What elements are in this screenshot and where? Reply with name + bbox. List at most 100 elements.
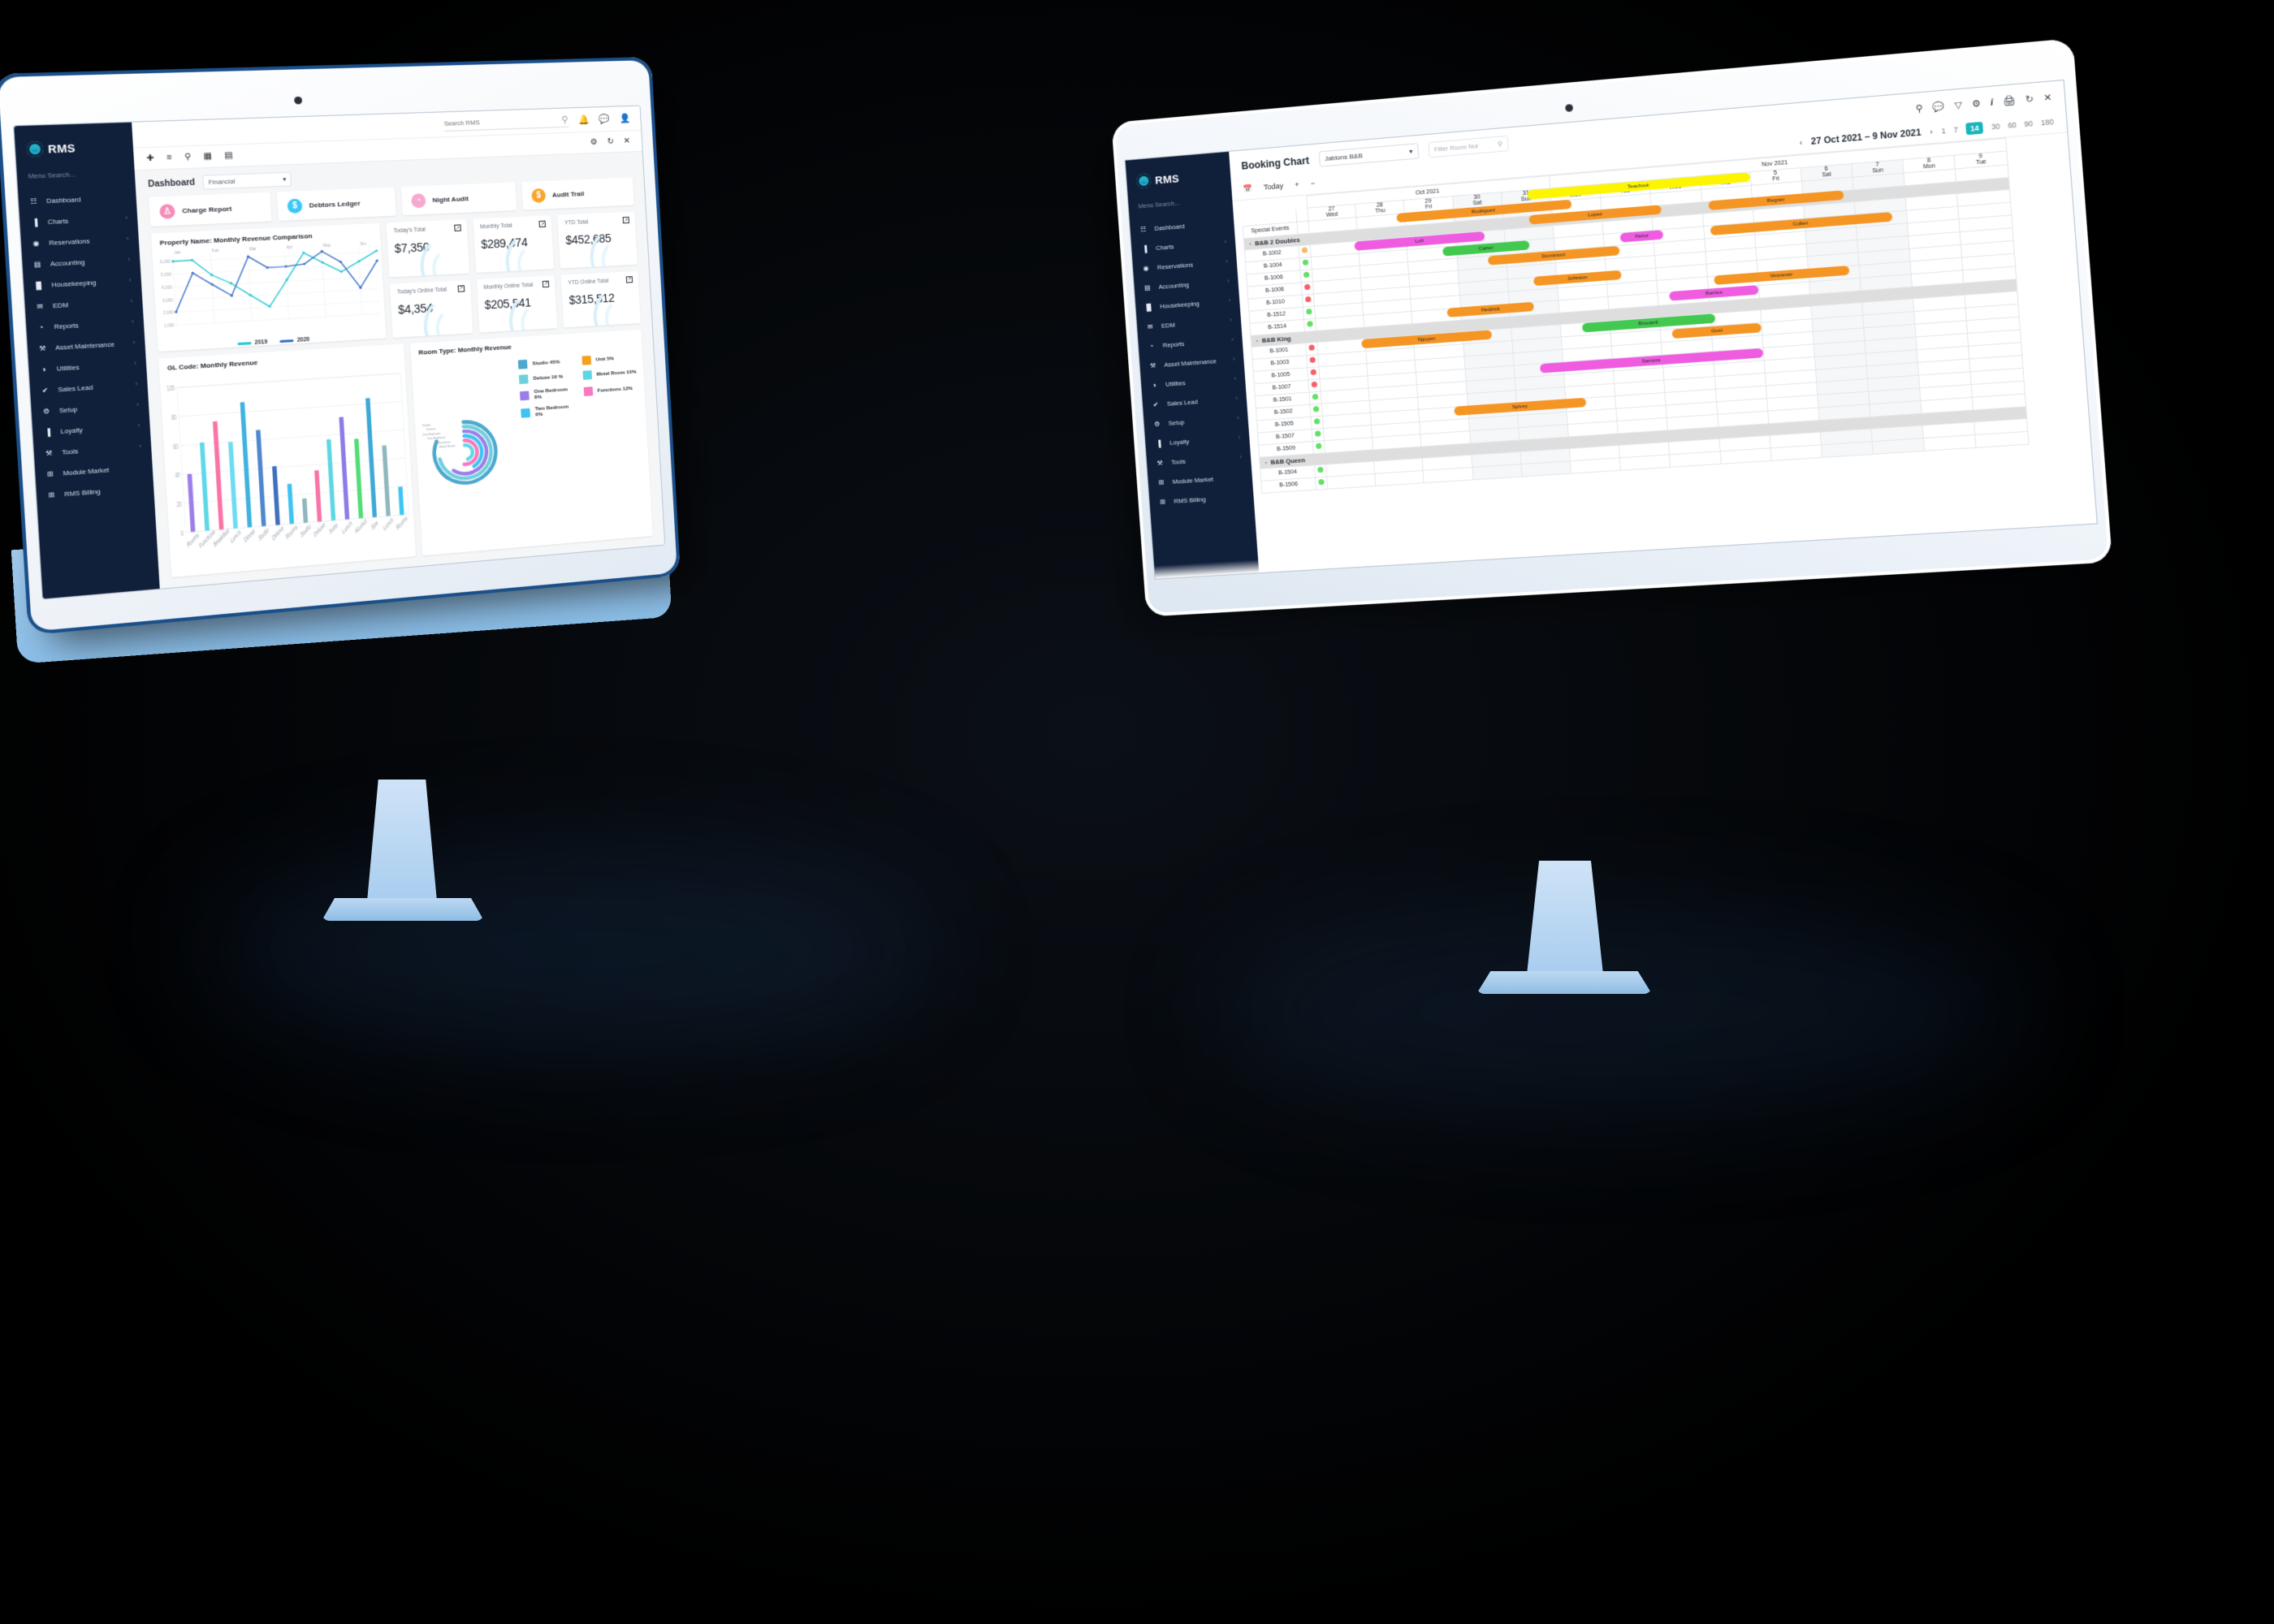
booking-cell[interactable]: [1770, 444, 1822, 460]
expand-icon[interactable]: ↗: [457, 285, 465, 292]
booking-grid-wrap[interactable]: Oct 2021 Nov 2021 27 Wed 28 Thu 29 Fri 30 Sat 31…: [1232, 132, 2096, 572]
expand-icon[interactable]: ↗: [623, 217, 629, 223]
booking-cell[interactable]: [1472, 464, 1521, 479]
status-badge: [1305, 296, 1312, 303]
list-card-icon[interactable]: ▤: [224, 151, 233, 161]
add-icon[interactable]: ✚: [146, 153, 154, 163]
next-period-button[interactable]: ›: [1930, 127, 1933, 136]
kpi-card[interactable]: Monthly Online Total $205,541 ↗: [476, 275, 557, 333]
day-range-60[interactable]: 60: [2008, 121, 2017, 130]
status-badge: [1304, 284, 1311, 291]
property-select[interactable]: Jablons B&B ▾: [1318, 143, 1419, 167]
global-search[interactable]: ⚲: [443, 114, 568, 131]
expand-icon[interactable]: ↗: [454, 224, 461, 231]
plus-box-icon: ⊞: [1158, 497, 1167, 506]
day-range-180[interactable]: 180: [2041, 118, 2055, 127]
day-range-14[interactable]: 14: [1965, 122, 1983, 135]
room-status: [1310, 404, 1322, 417]
zoom-in-button[interactable]: +: [1295, 180, 1299, 189]
grid-icon: ☷: [1139, 225, 1148, 234]
key-icon[interactable]: ⚲: [1915, 103, 1923, 114]
zoom-out-button[interactable]: −: [1310, 179, 1315, 188]
kpi-card[interactable]: Today's Online Total $4,354 ↗: [390, 279, 473, 338]
kpi-card[interactable]: YTD Online Total $315,512 ↗: [561, 270, 641, 327]
booking-cell[interactable]: [1720, 447, 1771, 464]
tag-icon: ▐: [1154, 438, 1163, 447]
filter-room-input[interactable]: Filter Room Nur ⚲: [1428, 136, 1509, 158]
booking-cell[interactable]: [1872, 438, 1924, 454]
svg-text:Suite: Suite: [329, 522, 339, 537]
svg-text:Apr: Apr: [286, 245, 293, 250]
room-status: [1308, 366, 1320, 379]
chat-icon[interactable]: 💬: [599, 114, 610, 125]
day-range-7[interactable]: 7: [1953, 126, 1958, 135]
avatar[interactable]: 👤: [620, 113, 631, 124]
chat-icon[interactable]: 💬: [1932, 101, 1945, 113]
chevron-right-icon: ›: [1237, 415, 1239, 421]
bed-icon: █: [1144, 303, 1153, 312]
close-icon[interactable]: ✕: [624, 136, 631, 145]
legend-item: Functions 12%: [583, 382, 638, 397]
chevron-right-icon: ›: [1227, 279, 1230, 284]
booking-cell[interactable]: [1619, 455, 1671, 470]
kpi-card[interactable]: Monthly Total $289,474 ↗: [473, 215, 554, 272]
booking-cell[interactable]: [1924, 434, 1977, 451]
booking-cell[interactable]: [1375, 470, 1424, 486]
webcam-right: [1565, 104, 1573, 112]
status-badge: [1309, 357, 1316, 364]
close-icon[interactable]: ✕: [2043, 92, 2052, 104]
right-monitor: RMS Menu Search... ☷ Dashboard ▐ Charts …: [1129, 122, 2225, 853]
booking-cell[interactable]: [1327, 473, 1376, 489]
refresh-icon[interactable]: ↻: [2025, 93, 2034, 106]
expand-icon[interactable]: ↗: [626, 276, 633, 283]
map-pin-icon[interactable]: ⚲: [184, 153, 192, 162]
filter-icon[interactable]: ▽: [1954, 99, 1962, 110]
status-badge: [1315, 430, 1321, 437]
gauge-icon: ◑: [1150, 380, 1159, 389]
legend-label: Studio 45%: [532, 359, 560, 366]
kpi-card[interactable]: YTD Total $452,685 ↗: [558, 212, 638, 269]
print-icon[interactable]: 🖨: [2003, 95, 2016, 107]
gear-icon[interactable]: ⚙: [1971, 97, 1981, 110]
bar-chart-icon: ▐: [30, 218, 40, 227]
tile-label: Audit Trail: [552, 190, 585, 199]
room-status: [1302, 294, 1314, 307]
dashboard-type-select[interactable]: Financial ▾: [202, 172, 292, 190]
day-range-30[interactable]: 30: [1991, 122, 2000, 131]
svg-text:80: 80: [171, 412, 177, 422]
tag-icon: ▐: [43, 427, 53, 437]
booking-cell[interactable]: [1975, 431, 2028, 447]
svg-text:Deluxe: Deluxe: [271, 525, 284, 542]
sidebar-item-label: Housekeeping: [51, 277, 121, 288]
booking-cell[interactable]: [1821, 441, 1873, 457]
today-button[interactable]: Today: [1264, 182, 1284, 192]
svg-text:Feb: Feb: [212, 248, 220, 254]
booking-cell[interactable]: [1670, 451, 1721, 467]
search-icon[interactable]: ⚲: [561, 114, 568, 124]
sidebar-item-label: Utilities: [1165, 376, 1227, 387]
gl-code-panel: GL Code: Monthly Revenue 0 20 40 60 80 100 Roo…: [158, 343, 416, 577]
booking-chart-app: RMS Menu Search... ☷ Dashboard ▐ Charts …: [1126, 80, 2097, 579]
rms-logo-icon: [26, 141, 44, 158]
bell-icon[interactable]: 🔔: [577, 114, 589, 126]
legend-item: Unit 5%: [581, 352, 637, 365]
calendar-icon[interactable]: 📅: [1243, 184, 1252, 193]
booking-cell[interactable]: [1423, 467, 1472, 482]
info-icon[interactable]: i: [1990, 97, 1993, 108]
expand-icon[interactable]: ↗: [543, 280, 550, 287]
day-range-1[interactable]: 1: [1941, 127, 1946, 136]
grid-icon[interactable]: ▦: [203, 152, 212, 162]
legend-swatch: [518, 360, 528, 369]
prev-period-button[interactable]: ‹: [1800, 138, 1803, 147]
booking-cell[interactable]: [1521, 460, 1571, 476]
sidebar-item-label: EDM: [1161, 317, 1223, 330]
sliders-icon[interactable]: ≡: [166, 153, 172, 162]
day-range-90[interactable]: 90: [2024, 119, 2033, 128]
legend-label: Deluxe 16 %: [534, 374, 564, 381]
booking-cell[interactable]: [1570, 457, 1620, 473]
gear-icon[interactable]: ⚙: [590, 138, 598, 147]
refresh-icon[interactable]: ↻: [607, 137, 614, 146]
expand-icon[interactable]: ↗: [539, 221, 547, 227]
svg-text:Studio: Studio: [300, 523, 312, 539]
kpi-card[interactable]: Today's Total $7,350 ↗: [387, 219, 469, 277]
